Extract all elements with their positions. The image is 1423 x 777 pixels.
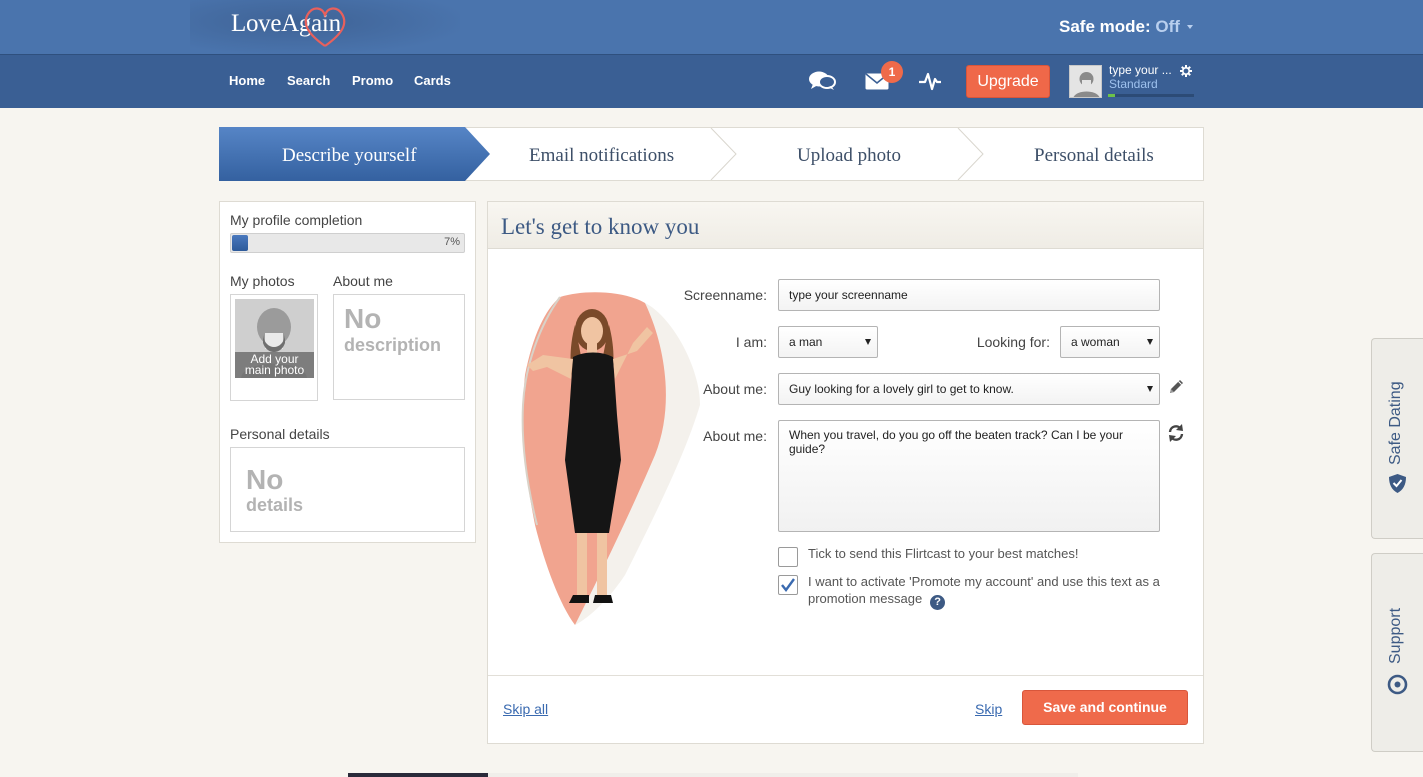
user-silhouette-icon	[1070, 66, 1101, 97]
refresh-icon[interactable]	[1166, 423, 1186, 443]
looking-for-select[interactable]: a woman	[1060, 326, 1160, 358]
safe-mode-value: Off	[1155, 17, 1180, 36]
about-me-preview[interactable]: No description	[333, 294, 465, 400]
personal-details-preview[interactable]: No details	[230, 447, 465, 532]
panel-footer-divider	[488, 675, 1203, 676]
i-am-label: I am:	[735, 334, 767, 350]
support-tab[interactable]: Support	[1371, 553, 1423, 752]
promote-account-text: I want to activate 'Promote my account' …	[808, 574, 1160, 606]
pencil-edit-icon[interactable]	[1167, 378, 1185, 396]
top-bar	[0, 0, 1423, 54]
help-icon[interactable]: ?	[930, 595, 946, 610]
about-text-label: About me:	[703, 428, 767, 444]
user-name[interactable]: type your ...	[1109, 63, 1172, 77]
chat-icon[interactable]	[808, 70, 836, 92]
promote-account-checkbox[interactable]	[778, 575, 798, 595]
nav-cards[interactable]: Cards	[414, 73, 451, 88]
safe-dating-label: Safe Dating	[1387, 381, 1404, 465]
personal-empty-big: No	[246, 464, 284, 495]
messages-badge: 1	[881, 61, 903, 83]
onboarding-steps: Describe yourself Email notifications Up…	[219, 127, 1204, 181]
nav-bar	[0, 54, 1423, 108]
bottom-content-strip	[348, 773, 1078, 777]
about-empty-big: No	[344, 303, 382, 334]
skip-link[interactable]: Skip	[975, 701, 1002, 717]
step-describe-yourself[interactable]: Describe yourself	[282, 145, 417, 167]
chevron-down-icon	[1147, 339, 1153, 345]
personal-details-label: Personal details	[230, 426, 330, 442]
save-and-continue-button[interactable]: Save and continue	[1022, 690, 1188, 725]
shield-icon	[1389, 474, 1406, 493]
panel-header: Let's get to know you	[488, 202, 1203, 249]
heart-logo-icon	[304, 7, 346, 47]
support-headset-icon	[1387, 674, 1408, 695]
user-profile-bar	[1108, 94, 1194, 97]
about-me-template-select[interactable]: Guy looking for a lovely girl to get to …	[778, 373, 1160, 405]
support-label: Support	[1387, 607, 1404, 664]
woman-illustration	[521, 292, 700, 625]
completion-percent: 7%	[444, 236, 460, 248]
my-photos-label: My photos	[230, 273, 295, 289]
about-select-label: About me:	[703, 381, 767, 397]
nav-search[interactable]: Search	[287, 73, 330, 88]
flirtcast-checkbox-label[interactable]: Tick to send this Flirtcast to your best…	[808, 545, 1178, 562]
user-avatar[interactable]	[1069, 65, 1102, 98]
activity-icon[interactable]	[918, 70, 942, 92]
screenname-label: Screenname:	[683, 287, 767, 303]
checkmark-icon	[781, 578, 795, 592]
flirtcast-checkbox[interactable]	[778, 547, 798, 567]
completion-label: My profile completion	[230, 212, 363, 228]
safe-mode-label: Safe mode:	[1059, 17, 1151, 36]
gear-icon[interactable]	[1180, 65, 1192, 77]
i-am-value: a man	[789, 335, 823, 349]
add-photo-caption-line2: main photo	[244, 363, 305, 377]
safe-mode-toggle[interactable]: Safe mode: Off	[1059, 17, 1180, 37]
chevron-down-icon	[865, 339, 871, 345]
about-empty-small: description	[344, 335, 442, 355]
safe-mode-chevron-icon[interactable]	[1187, 25, 1193, 29]
i-am-select[interactable]: a man	[778, 326, 878, 358]
user-plan: Standard	[1109, 77, 1158, 91]
nav-promo[interactable]: Promo	[352, 73, 393, 88]
about-me-textarea[interactable]: When you travel, do you go off the beate…	[778, 420, 1160, 532]
nav-home[interactable]: Home	[229, 73, 265, 88]
step-upload-photo[interactable]: Upload photo	[797, 145, 901, 167]
add-main-photo-button[interactable]: Add your main photo	[230, 294, 318, 401]
step-personal-details[interactable]: Personal details	[1034, 145, 1154, 167]
completion-progress-fill	[232, 235, 248, 251]
panel-title: Let's get to know you	[501, 214, 700, 239]
promote-account-label[interactable]: I want to activate 'Promote my account' …	[808, 573, 1178, 610]
skip-all-link[interactable]: Skip all	[503, 701, 548, 717]
screenname-input[interactable]: type your screenname	[778, 279, 1160, 311]
about-me-sidebar-label: About me	[333, 273, 393, 289]
step-divider-chevron	[710, 128, 737, 180]
step-divider-chevron	[957, 128, 984, 180]
step-email-notifications[interactable]: Email notifications	[529, 145, 674, 167]
looking-for-label: Looking for:	[976, 334, 1050, 350]
personal-empty-small: details	[246, 495, 304, 515]
safe-dating-tab[interactable]: Safe Dating	[1371, 338, 1423, 539]
upgrade-button[interactable]: Upgrade	[966, 65, 1050, 98]
about-select-value: Guy looking for a lovely girl to get to …	[789, 382, 1014, 396]
completion-progress-bar: 7%	[230, 233, 465, 253]
add-photo-caption: Add your main photo	[235, 352, 314, 378]
looking-for-value: a woman	[1071, 335, 1120, 349]
chevron-down-icon	[1147, 386, 1153, 392]
